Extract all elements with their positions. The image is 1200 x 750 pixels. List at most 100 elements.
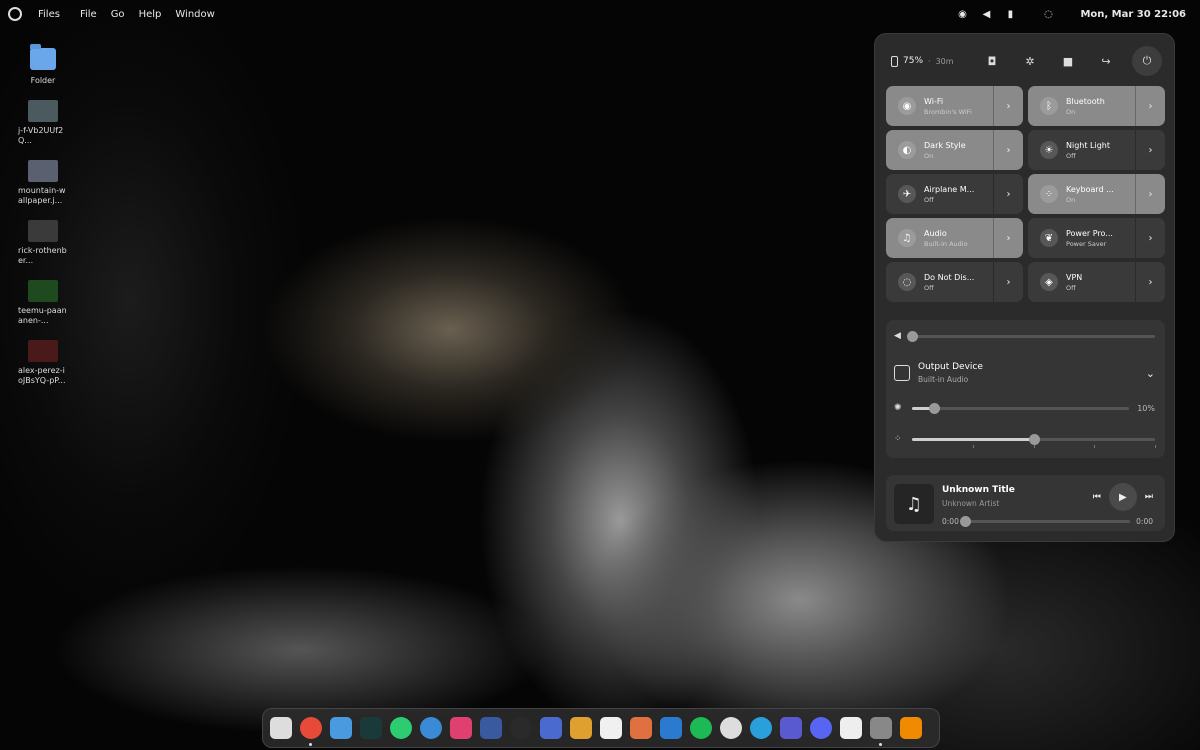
tile-bell[interactable]: ◌ Do Not Dis... Off › [886, 262, 1023, 302]
media-title: Unknown Title [942, 485, 1015, 495]
desktop-icon[interactable]: Folder [14, 44, 72, 86]
sliders-card: ◀ Output Device Built-in Audio ⌄ ✺ 10% ⁘ [886, 320, 1165, 458]
chevron-right-icon[interactable]: › [1135, 174, 1165, 214]
dark-style-icon: ◐ [898, 141, 916, 159]
power-icon[interactable]: ⏻ [1132, 46, 1162, 76]
slider-tick [1094, 444, 1096, 448]
desktop-icon[interactable]: alex-perez-ioJBsYQ-pP... [14, 340, 72, 386]
chevron-right-icon[interactable]: › [1135, 130, 1165, 170]
tile-title: Airplane M... [924, 184, 975, 194]
wifi-icon: ◉ [898, 97, 916, 115]
chevron-right-icon[interactable]: › [993, 174, 1023, 214]
media-seek-slider[interactable] [959, 516, 1131, 527]
quick-settings-panel: 75% · 30m ◘ ✲ ■ ↪ ⏻ ◉ Wi-Fi Brombin's WiFi… [874, 33, 1175, 542]
tile-bluetooth[interactable]: ᛒ Bluetooth On › [1028, 86, 1165, 126]
desktop-icon[interactable]: j-f-Vb2UUf2Q... [14, 100, 72, 146]
tile-title: Bluetooth [1066, 96, 1105, 106]
tile-leaf[interactable]: ❦ Power Pro... Power Saver › [1028, 218, 1165, 258]
vscode-app-icon[interactable] [660, 717, 682, 739]
camera-app-icon[interactable] [450, 717, 472, 739]
teams-app-icon[interactable] [780, 717, 802, 739]
tile-airplane[interactable]: ✈ Airplane M... Off › [886, 174, 1023, 214]
folder-icon [30, 44, 56, 70]
menu-help[interactable]: Help [139, 9, 162, 20]
output-device-title: Output Device [918, 362, 983, 372]
keyboard-light-row: ⁘ [894, 433, 1156, 448]
settings-gear-icon[interactable]: ✲ [1018, 49, 1042, 73]
chevron-right-icon[interactable]: › [1135, 262, 1165, 302]
activities-logo-icon[interactable] [8, 7, 22, 21]
pencil-app-icon[interactable] [570, 717, 592, 739]
wifi-icon[interactable]: ◉ [956, 8, 968, 20]
terminal-app-icon[interactable] [360, 717, 382, 739]
chevron-right-icon[interactable]: › [993, 262, 1023, 302]
chevron-right-icon[interactable]: › [993, 130, 1023, 170]
output-device-row[interactable]: Output Device Built-in Audio ⌄ [894, 358, 1155, 388]
next-track-icon[interactable]: ⏭ [1145, 492, 1153, 502]
brightness-slider-knob[interactable] [928, 402, 940, 414]
calculator-app-icon[interactable] [480, 717, 502, 739]
tile-night-light[interactable]: ☀ Night Light Off › [1028, 130, 1165, 170]
tile-title: Wi-Fi [924, 96, 944, 106]
spotify-app-icon[interactable] [690, 717, 712, 739]
chevron-right-icon[interactable]: › [993, 218, 1023, 258]
desktop-icon[interactable]: rick-rothenber... [14, 220, 72, 266]
keyboard-light-slider-knob[interactable] [1028, 433, 1040, 445]
shield-icon: ◈ [1040, 273, 1058, 291]
files-app-icon[interactable] [330, 717, 352, 739]
volume-slider-knob[interactable] [907, 330, 918, 342]
tile-wifi[interactable]: ◉ Wi-Fi Brombin's WiFi › [886, 86, 1023, 126]
desktop-icon[interactable]: mountain-wallpaper.j... [14, 160, 72, 206]
night-light-icon: ☀ [1040, 141, 1058, 159]
volume-icon[interactable]: ◀ [980, 8, 992, 20]
notification-bell-icon[interactable]: ◌ [1042, 8, 1054, 20]
paint-app-icon[interactable] [630, 717, 652, 739]
discord-app-icon[interactable] [810, 717, 832, 739]
tile-audio[interactable]: ♫ Audio Built-in Audio › [886, 218, 1023, 258]
tile-title: Audio [924, 228, 947, 238]
vlc-app-icon[interactable] [900, 717, 922, 739]
speaker-device-icon [894, 365, 910, 381]
media-time-end: 0:00 [1136, 517, 1153, 526]
system-tray[interactable]: ◉ ◀ ▮ ◌ Mon, Mar 30 22:06 [956, 0, 1186, 28]
keyboard-light-slider[interactable] [912, 433, 1156, 448]
chevron-right-icon[interactable]: › [993, 86, 1023, 126]
chevron-right-icon[interactable]: › [1135, 86, 1165, 126]
tile-keyboard-light[interactable]: ⁘ Keyboard ... On › [1028, 174, 1165, 214]
sidebar-app-icon[interactable] [270, 717, 292, 739]
screenshot-icon[interactable]: ◘ [980, 49, 1004, 73]
menu-go[interactable]: Go [111, 9, 125, 20]
lock-icon[interactable]: ■ [1056, 49, 1080, 73]
play-button[interactable]: ▶ [1108, 483, 1137, 511]
menu-window[interactable]: Window [175, 9, 214, 20]
app-name-menu[interactable]: Files [38, 9, 60, 20]
leaf-icon: ❦ [1040, 229, 1058, 247]
bell-icon: ◌ [898, 273, 916, 291]
menu-file[interactable]: File [80, 9, 97, 20]
battery-time: 30m [935, 56, 954, 66]
chrome-app-icon[interactable] [300, 717, 322, 746]
battery-icon[interactable]: ▮ [1004, 8, 1016, 20]
disk-app-icon[interactable] [720, 717, 742, 739]
panels-app-icon[interactable] [870, 717, 892, 746]
telegram-app-icon[interactable] [750, 717, 772, 739]
chevron-down-icon[interactable]: ⌄ [1146, 367, 1155, 380]
volume-slider[interactable] [907, 330, 1155, 342]
notes-app-icon[interactable] [600, 717, 622, 739]
browser-app-icon[interactable] [420, 717, 442, 739]
chevron-right-icon[interactable]: › [1135, 218, 1165, 258]
toggle-app-icon[interactable] [840, 717, 862, 739]
tile-dark-style[interactable]: ◐ Dark Style On › [886, 130, 1023, 170]
desktop-icon[interactable]: teemu-paananen-... [14, 280, 72, 326]
clock[interactable]: Mon, Mar 30 22:06 [1080, 9, 1186, 20]
monitor-app-icon[interactable] [510, 717, 532, 739]
store-app-icon[interactable] [540, 717, 562, 739]
brightness-slider[interactable] [912, 402, 1129, 414]
tile-title: Power Pro... [1066, 228, 1113, 238]
desktop-icon-label: mountain-wallpaper.j... [18, 186, 66, 205]
media-seek-knob[interactable] [959, 516, 971, 527]
tile-shield[interactable]: ◈ VPN Off › [1028, 262, 1165, 302]
previous-track-icon[interactable]: ⏮ [1093, 492, 1101, 502]
whatsapp-app-icon[interactable] [390, 717, 412, 739]
logout-icon[interactable]: ↪ [1094, 49, 1118, 73]
